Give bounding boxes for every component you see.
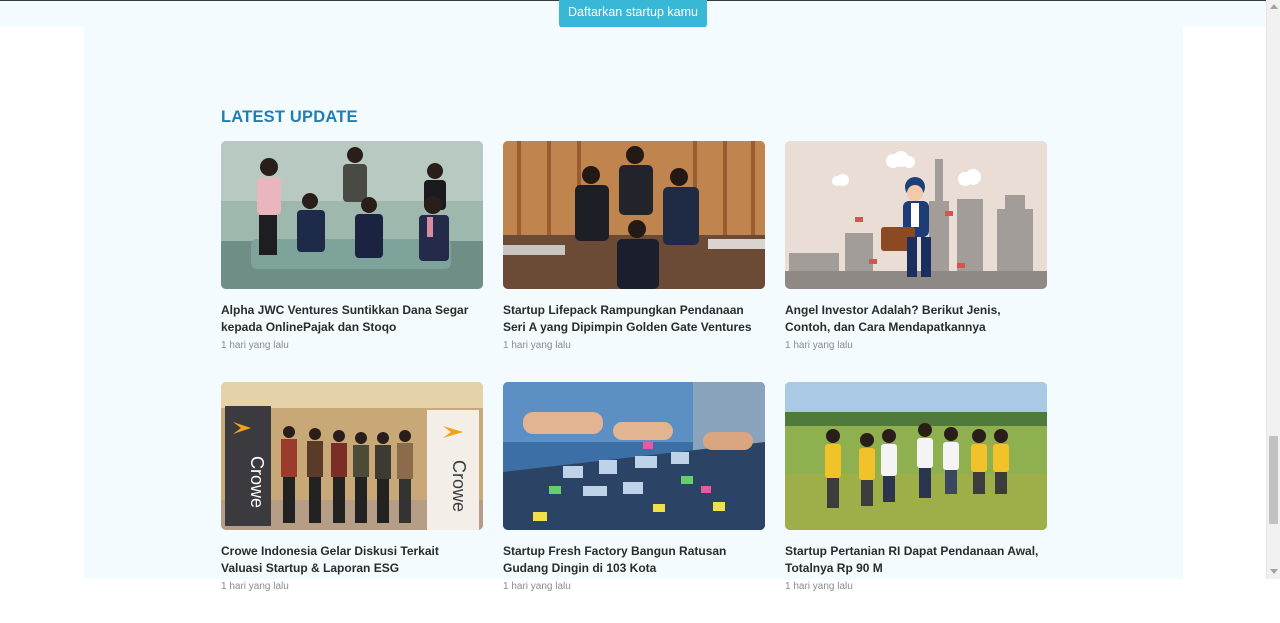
vertical-scrollbar[interactable] bbox=[1266, 0, 1280, 579]
scroll-down-arrow-icon[interactable] bbox=[1270, 569, 1278, 574]
article-thumbnail[interactable] bbox=[221, 141, 483, 289]
article-grid: Alpha JWC Ventures Suntikkan Dana Segar … bbox=[221, 141, 1047, 623]
article-card[interactable]: Alpha JWC Ventures Suntikkan Dana Segar … bbox=[221, 141, 483, 382]
crowe-logo-left: Crowe bbox=[247, 456, 267, 508]
article-title[interactable]: Crowe Indonesia Gelar Diskusi Terkait Va… bbox=[221, 543, 483, 577]
event-photo-image: Crowe Crowe bbox=[221, 382, 483, 530]
article-title[interactable]: Startup Lifepack Rampungkan Pendanaan Se… bbox=[503, 302, 765, 336]
article-time: 1 hari yang lalu bbox=[221, 581, 289, 592]
article-card[interactable]: Crowe Crowe Crowe Indonesia Gelar Diskus… bbox=[221, 382, 483, 623]
article-card[interactable]: Startup Lifepack Rampungkan Pendanaan Se… bbox=[503, 141, 765, 382]
article-title[interactable]: Alpha JWC Ventures Suntikkan Dana Segar … bbox=[221, 302, 483, 336]
crowe-logo-right: Crowe bbox=[449, 460, 469, 512]
article-time: 1 hari yang lalu bbox=[785, 340, 853, 351]
article-time: 1 hari yang lalu bbox=[785, 581, 853, 592]
section-title: LATEST UPDATE bbox=[221, 108, 358, 126]
rice-field-photo-image bbox=[785, 382, 1047, 530]
article-title[interactable]: Startup Fresh Factory Bangun Ratusan Gud… bbox=[503, 543, 765, 577]
article-title[interactable]: Startup Pertanian RI Dapat Pendanaan Awa… bbox=[785, 543, 1047, 577]
business-planning-image bbox=[503, 382, 765, 530]
article-card[interactable]: Angel Investor Adalah? Berikut Jenis, Co… bbox=[785, 141, 1047, 382]
article-time: 1 hari yang lalu bbox=[503, 581, 571, 592]
article-time: 1 hari yang lalu bbox=[221, 340, 289, 351]
article-card[interactable]: Startup Fresh Factory Bangun Ratusan Gud… bbox=[503, 382, 765, 623]
illustration-image bbox=[785, 141, 1047, 289]
article-thumbnail[interactable] bbox=[503, 141, 765, 289]
article-thumbnail[interactable]: Crowe Crowe bbox=[221, 382, 483, 530]
team-photo-image bbox=[221, 141, 483, 289]
scrollbar-thumb[interactable] bbox=[1269, 436, 1278, 524]
article-time: 1 hari yang lalu bbox=[503, 340, 571, 351]
article-card[interactable]: Startup Pertanian RI Dapat Pendanaan Awa… bbox=[785, 382, 1047, 623]
article-title[interactable]: Angel Investor Adalah? Berikut Jenis, Co… bbox=[785, 302, 1047, 336]
article-thumbnail[interactable] bbox=[503, 382, 765, 530]
article-thumbnail[interactable] bbox=[785, 141, 1047, 289]
article-thumbnail[interactable] bbox=[785, 382, 1047, 530]
register-startup-button[interactable]: Daftarkan startup kamu bbox=[559, 0, 707, 28]
scroll-up-arrow-icon[interactable] bbox=[1270, 4, 1278, 9]
team-photo-image bbox=[503, 141, 765, 289]
